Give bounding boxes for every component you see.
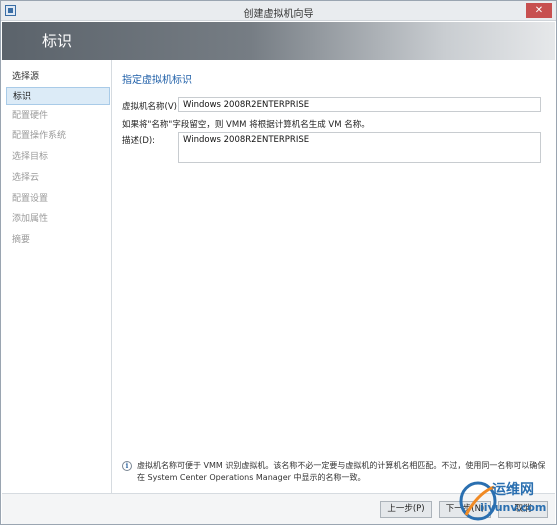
sidebar-item-configure-settings[interactable]: 配置设置	[6, 190, 110, 208]
sidebar-item-add-properties[interactable]: 添加属性	[6, 210, 110, 228]
wizard-steps-sidebar: 选择源 标识 配置硬件 配置操作系统 选择目标 选择云 配置设置 添加属性 摘要	[2, 60, 112, 493]
title-bar: 创建虚拟机向导 ✕	[1, 1, 556, 21]
sidebar-item-summary[interactable]: 摘要	[6, 231, 110, 249]
sidebar-item-identity[interactable]: 标识	[6, 87, 110, 105]
description-textarea[interactable]: Windows 2008R2ENTERPRISE	[178, 132, 541, 163]
page-title: 标识	[42, 32, 73, 50]
sidebar-item-select-cloud[interactable]: 选择云	[6, 169, 110, 187]
sidebar-item-configure-os[interactable]: 配置操作系统	[6, 127, 110, 145]
previous-button[interactable]: 上一步(P)	[380, 501, 432, 518]
watermark-url: iiyunv.com	[480, 501, 547, 514]
window-title: 创建虚拟机向导	[243, 9, 314, 20]
close-button[interactable]: ✕	[526, 3, 552, 18]
vm-name-label: 虚拟机名称(V):	[122, 102, 180, 112]
wizard-window: 创建虚拟机向导 ✕ 标识 选择源 标识 配置硬件 配置操作系统 选择目标 选择云…	[0, 0, 557, 525]
name-hint-text: 如果将"名称"字段留空，则 VMM 将根据计算机名生成 VM 名称。	[122, 120, 370, 130]
info-icon: i	[122, 461, 132, 471]
watermark-text: 运维网	[492, 482, 534, 498]
sidebar-item-select-destination[interactable]: 选择目标	[6, 148, 110, 166]
sidebar-item-configure-hardware[interactable]: 配置硬件	[6, 107, 110, 125]
page-header: 标识	[2, 22, 555, 60]
main-content: 指定虚拟机标识 虚拟机名称(V): Windows 2008R2ENTERPRI…	[113, 60, 555, 493]
description-label: 描述(D):	[122, 136, 156, 146]
section-title: 指定虚拟机标识	[122, 75, 192, 86]
vm-name-input[interactable]: Windows 2008R2ENTERPRISE	[178, 97, 541, 112]
watermark-logo: 运维网 iiyunv.com	[458, 475, 554, 523]
sidebar-item-select-source[interactable]: 选择源	[6, 68, 110, 86]
